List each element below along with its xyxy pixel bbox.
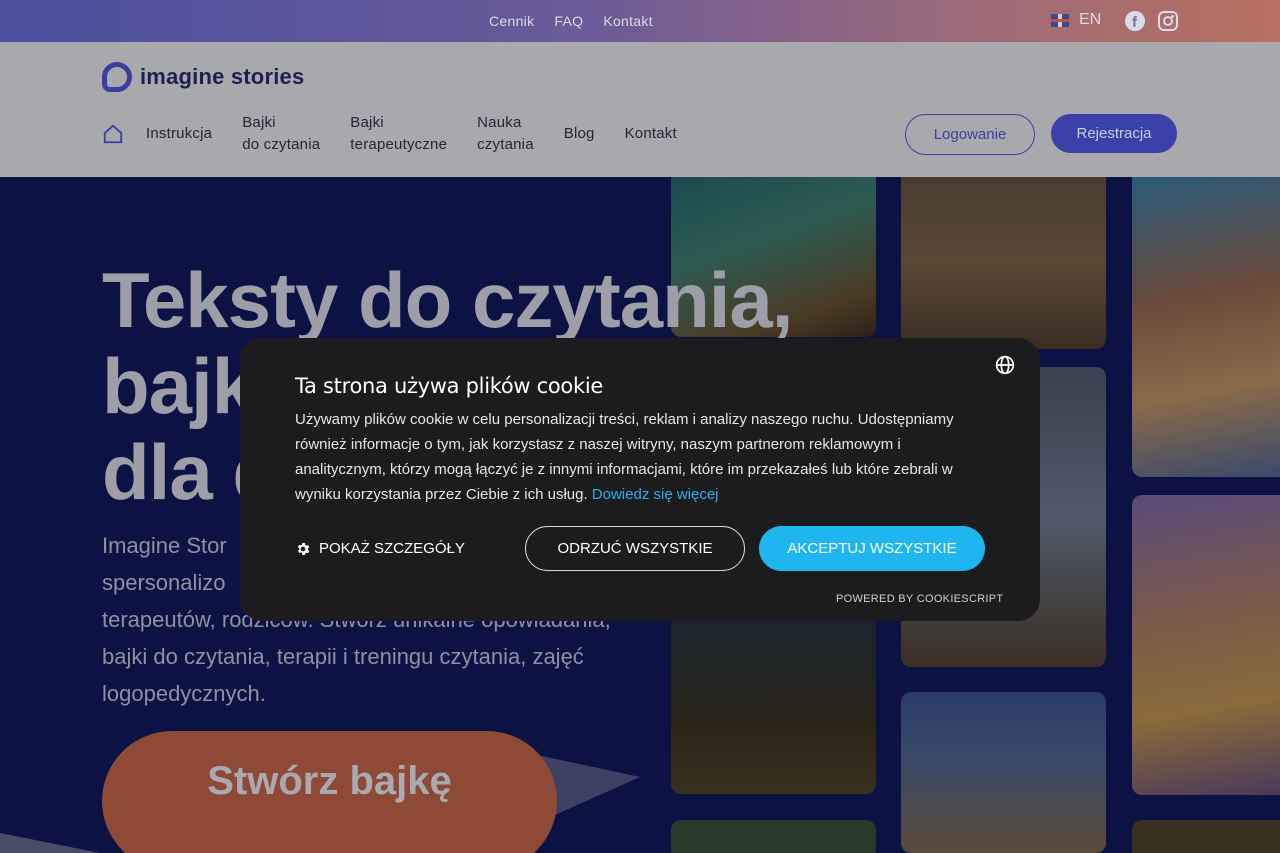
cookie-text: Używamy plików cookie w celu personaliza…	[295, 411, 954, 503]
nav-item-blog[interactable]: Blog	[564, 123, 595, 145]
home-icon[interactable]	[102, 123, 124, 145]
nav-item-stories-reading[interactable]: Bajki do czytania	[242, 112, 320, 156]
main-nav: Instrukcja Bajki do czytania Bajki terap…	[102, 112, 707, 156]
show-details-button[interactable]: POKAŻ SZCZEGÓŁY	[295, 540, 465, 557]
logo[interactable]: imagine stories	[102, 62, 304, 92]
story-image-children	[1132, 495, 1280, 795]
site-header: imagine stories Instrukcja Bajki do czyt…	[0, 42, 1280, 177]
learn-more-link[interactable]: Dowiedz się więcej	[592, 486, 719, 503]
top-link-contact[interactable]: Kontakt	[603, 13, 653, 29]
language-label: EN	[1079, 11, 1102, 28]
instagram-icon[interactable]	[1158, 11, 1178, 31]
top-link-faq[interactable]: FAQ	[554, 13, 583, 29]
create-story-button[interactable]: Stwórz bajkę	[102, 731, 557, 853]
globe-icon[interactable]	[995, 355, 1015, 375]
story-image-extra	[1132, 820, 1280, 853]
facebook-icon[interactable]: f	[1125, 11, 1145, 31]
cookie-title: Ta strona używa plików cookie	[295, 374, 603, 398]
language-switcher[interactable]: EN	[1051, 11, 1101, 29]
logo-mark-icon	[102, 62, 132, 92]
nav-item-contact[interactable]: Kontakt	[625, 123, 677, 145]
wave-decoration	[0, 833, 120, 853]
top-link-pricing[interactable]: Cennik	[489, 13, 534, 29]
gear-icon	[295, 541, 311, 557]
register-button[interactable]: Rejestracja	[1051, 114, 1177, 153]
accept-all-button[interactable]: AKCEPTUJ WSZYSTKIE	[759, 526, 985, 571]
story-image-dog	[671, 617, 876, 794]
top-links: Cennik FAQ Kontakt	[489, 13, 653, 29]
uk-flag-icon	[1051, 13, 1069, 27]
powered-by-label[interactable]: POWERED BY COOKIESCRIPT	[836, 593, 1003, 605]
nav-item-learn-reading[interactable]: Nauka czytania	[477, 112, 534, 156]
logo-text: imagine stories	[140, 64, 305, 89]
reject-all-button[interactable]: ODRZUĆ WSZYSTKIE	[525, 526, 745, 571]
story-image-railway	[901, 177, 1106, 349]
nav-item-therapy-stories[interactable]: Bajki terapeutyczne	[350, 112, 447, 156]
story-image-dragon	[671, 820, 876, 853]
story-image-wizard	[901, 692, 1106, 853]
nav-item-instructions[interactable]: Instrukcja	[146, 123, 212, 145]
login-button[interactable]: Logowanie	[905, 114, 1035, 155]
story-image-girl	[1132, 177, 1280, 477]
top-bar: Cennik FAQ Kontakt EN f	[0, 0, 1280, 42]
cookie-consent-dialog: Ta strona używa plików cookie Używamy pl…	[240, 338, 1040, 621]
